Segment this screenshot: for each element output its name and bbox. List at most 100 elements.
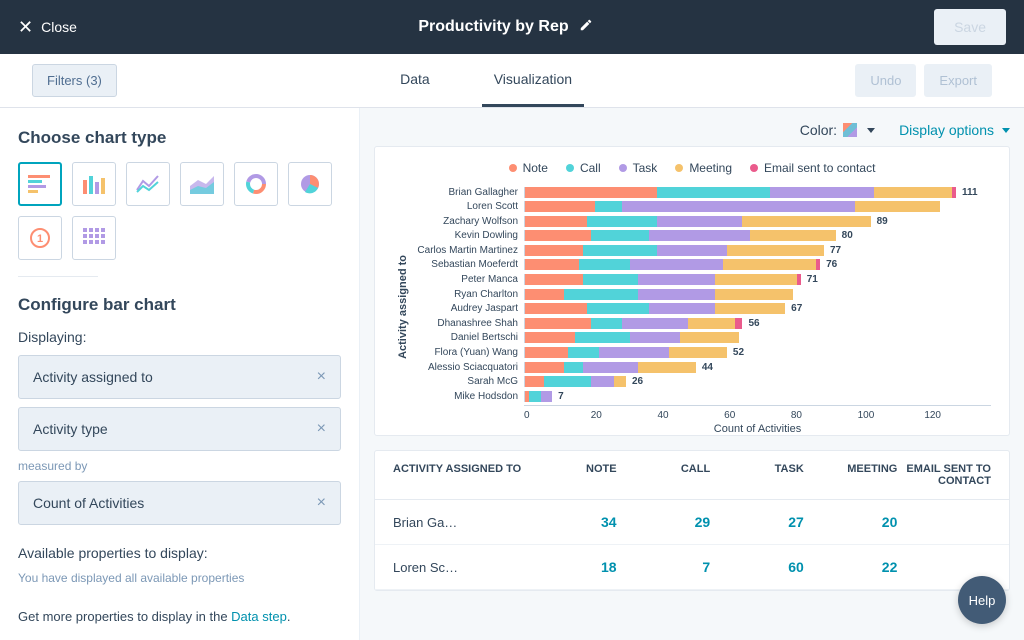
legend-meeting[interactable]: Meeting	[675, 161, 732, 175]
tab-data[interactable]: Data	[388, 54, 442, 107]
bar-row[interactable]: Ryan Charlton	[409, 287, 991, 301]
th-call[interactable]: CALL	[617, 463, 711, 487]
td-value[interactable]: 18	[523, 559, 617, 575]
bar-segment	[525, 245, 583, 256]
bar-segment	[587, 303, 649, 314]
bar-segment	[599, 347, 669, 358]
remove-icon[interactable]: ×	[317, 420, 326, 438]
chart-type-summary[interactable]: 1	[18, 216, 62, 260]
legend-call[interactable]: Call	[566, 161, 601, 175]
bar-value: 111	[962, 187, 978, 198]
legend-task[interactable]: Task	[619, 161, 658, 175]
chart-type-pie[interactable]	[288, 162, 332, 206]
table-row[interactable]: Brian Ga…34292720	[375, 500, 1009, 545]
bar-segment	[564, 289, 638, 300]
td-value[interactable]: 22	[804, 559, 898, 575]
bar-row[interactable]: Alessio Sciacquatori44	[409, 360, 991, 374]
help-button[interactable]: Help	[958, 576, 1006, 624]
bar-segment	[657, 187, 770, 198]
data-step-link[interactable]: Data step	[231, 609, 287, 624]
tab-visualization[interactable]: Visualization	[482, 54, 584, 107]
bar-segment	[525, 201, 595, 212]
td-value[interactable]: 34	[523, 514, 617, 530]
export-button[interactable]: Export	[924, 64, 992, 97]
bar-row[interactable]: Dhanashree Shah56	[409, 316, 991, 330]
bar-segment	[669, 347, 727, 358]
td-value[interactable]: 7	[617, 559, 711, 575]
td-value[interactable]: 29	[617, 514, 711, 530]
bar-row[interactable]: Daniel Bertschi	[409, 331, 991, 345]
pill-activity-assigned[interactable]: Activity assigned to ×	[18, 355, 341, 399]
bar-segment	[657, 245, 727, 256]
pill-label: Activity type	[33, 421, 108, 437]
bar-segment	[525, 347, 568, 358]
legend-dot-icon	[509, 164, 517, 172]
th-meeting[interactable]: MEETING	[804, 463, 898, 487]
bar-row[interactable]: Brian Gallagher111	[409, 185, 991, 199]
chart-type-line[interactable]	[126, 162, 170, 206]
chart-type-table[interactable]	[72, 216, 116, 260]
bar-segment	[525, 318, 591, 329]
bar-value: 89	[877, 216, 888, 227]
close-button[interactable]: ✕ Close	[18, 17, 77, 38]
close-icon: ✕	[18, 17, 33, 38]
x-tick: 40	[657, 410, 724, 421]
bar-label: Dhanashree Shah	[409, 318, 524, 329]
bar-segment	[874, 187, 952, 198]
save-button[interactable]: Save	[934, 9, 1006, 45]
bar-label: Zachary Wolfson	[409, 216, 524, 227]
legend-dot-icon	[619, 164, 627, 172]
legend-note[interactable]: Note	[509, 161, 548, 175]
bar-segment	[657, 216, 742, 227]
chart-type-vbar[interactable]	[72, 162, 116, 206]
td-value[interactable]: 60	[710, 559, 804, 575]
table-row[interactable]: Loren Sc…1876022	[375, 545, 1009, 590]
bar-segment	[575, 332, 629, 343]
remove-icon[interactable]: ×	[317, 368, 326, 386]
bar-row[interactable]: Peter Manca71	[409, 273, 991, 287]
bar-segment	[688, 318, 735, 329]
bar-row[interactable]: Kevin Dowling80	[409, 229, 991, 243]
bar-segment	[649, 230, 750, 241]
th-email[interactable]: EMAIL SENT TO CONTACT	[897, 463, 991, 487]
legend-email[interactable]: Email sent to contact	[750, 161, 875, 175]
bar-segment	[564, 362, 583, 373]
choose-chart-type-title: Choose chart type	[18, 128, 341, 148]
bar-row[interactable]: Zachary Wolfson 89	[409, 214, 991, 228]
bar-row[interactable]: Sebastian Moeferdt76	[409, 258, 991, 272]
x-tick: 60	[724, 410, 791, 421]
bar-row[interactable]: Mike Hodsdon7	[409, 389, 991, 403]
bar-row[interactable]: Carlos Martin Martinez77	[409, 243, 991, 257]
pill-activity-type[interactable]: Activity type ×	[18, 407, 341, 451]
color-dropdown[interactable]: Color:	[800, 122, 875, 138]
pill-count-activities[interactable]: Count of Activities ×	[18, 481, 341, 525]
bar-row[interactable]: Loren Scott	[409, 200, 991, 214]
bar-segment	[591, 318, 622, 329]
th-task[interactable]: TASK	[710, 463, 804, 487]
th-note[interactable]: NOTE	[523, 463, 617, 487]
bar-segment	[591, 230, 649, 241]
bar-row[interactable]: Sarah McG26	[409, 375, 991, 389]
bar-segment	[583, 245, 657, 256]
bar-label: Ryan Charlton	[409, 289, 524, 300]
td-value[interactable]: 20	[804, 514, 898, 530]
bar-row[interactable]: Audrey Jaspart67	[409, 302, 991, 316]
display-options-dropdown[interactable]: Display options	[899, 122, 1010, 138]
td-name: Loren Sc…	[393, 560, 523, 575]
bar-row[interactable]: Flora (Yuan) Wang52	[409, 346, 991, 360]
chart-type-area[interactable]	[180, 162, 224, 206]
bar-label: Audrey Jaspart	[409, 303, 524, 314]
chart-type-donut[interactable]	[234, 162, 278, 206]
chart-type-hbar[interactable]	[18, 162, 62, 206]
undo-button[interactable]: Undo	[855, 64, 916, 97]
filters-button[interactable]: Filters (3)	[32, 64, 117, 97]
remove-icon[interactable]: ×	[317, 494, 326, 512]
th-assigned[interactable]: ACTIVITY ASSIGNED TO	[393, 463, 523, 487]
bar-label: Daniel Bertschi	[409, 332, 524, 343]
bar-segment	[680, 332, 738, 343]
svg-text:1: 1	[37, 233, 43, 245]
td-value[interactable]: 27	[710, 514, 804, 530]
bar-value: 71	[807, 274, 818, 285]
edit-icon[interactable]	[579, 18, 593, 37]
bar-label: Sarah McG	[409, 376, 524, 387]
